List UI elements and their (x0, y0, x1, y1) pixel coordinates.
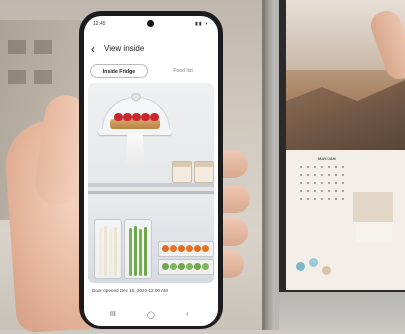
status-icons: ▮▮ ◗ (195, 21, 209, 27)
calendar-day[interactable] (321, 190, 323, 192)
tomato-tray (158, 241, 214, 257)
grape (178, 263, 185, 270)
calendar-day[interactable] (307, 190, 309, 192)
tomato (170, 245, 177, 252)
calendar-day[interactable] (300, 174, 302, 176)
calendar-day[interactable] (321, 198, 323, 200)
calendar-day[interactable] (328, 190, 330, 192)
fridge-camera-view[interactable] (88, 83, 214, 283)
grape (194, 263, 201, 270)
calendar-day[interactable] (314, 198, 316, 200)
calendar-day[interactable] (314, 174, 316, 176)
strawberry (114, 113, 123, 121)
calendar-day[interactable] (342, 190, 344, 192)
white-asparagus (114, 227, 117, 276)
calendar-day[interactable] (335, 166, 337, 168)
white-asparagus (104, 226, 107, 276)
strawberry (141, 113, 150, 121)
tomato (186, 245, 193, 252)
tomato (162, 245, 169, 252)
calendar-day[interactable] (300, 198, 302, 200)
front-camera (147, 20, 154, 27)
calendar-day[interactable] (307, 166, 309, 168)
strawberry (123, 113, 132, 121)
fridge-door-bottom (279, 292, 405, 330)
white-asparagus (99, 228, 102, 276)
phone-screen: 12:45 ▮▮ ◗ ‹ View inside Inside Fridge F… (84, 16, 218, 326)
grape (186, 263, 193, 270)
fridge-shelf (88, 183, 214, 187)
jar (172, 161, 192, 183)
calendar-day[interactable] (335, 190, 337, 192)
strawberry (150, 113, 159, 121)
calendar-day[interactable] (300, 182, 302, 184)
calendar-day[interactable] (314, 166, 316, 168)
back-arrow-icon[interactable]: ‹ (91, 42, 95, 56)
cake-stand (125, 133, 145, 167)
tab-food-list[interactable]: Food list (154, 64, 212, 78)
calendar-day[interactable] (321, 174, 323, 176)
android-nav-bar: III ◯ ‹ (84, 308, 218, 326)
calendar-day[interactable] (335, 182, 337, 184)
calendar-day[interactable] (307, 198, 309, 200)
strawberry (132, 113, 141, 121)
display-app-icon[interactable] (322, 266, 331, 275)
home-button[interactable]: ◯ (147, 311, 155, 319)
grape (170, 263, 177, 270)
green-asparagus (139, 229, 142, 276)
building-window (8, 70, 26, 84)
calendar-day[interactable] (328, 166, 330, 168)
building-window (34, 40, 52, 54)
calendar-day[interactable] (314, 182, 316, 184)
tab-inside-fridge[interactable]: Inside Fridge (90, 64, 148, 78)
calendar-day[interactable] (342, 182, 344, 184)
calendar-month: MAY/JAN (318, 156, 336, 161)
calendar-day[interactable] (328, 182, 330, 184)
greens-tray (158, 259, 214, 275)
display-app-icon[interactable] (309, 258, 318, 267)
grape (202, 263, 209, 270)
door-opened-timestamp: Door opened Dec 15, 2020 12:00 AM (92, 288, 168, 293)
calendar-day[interactable] (307, 174, 309, 176)
tomato (178, 245, 185, 252)
calendar-day[interactable] (321, 166, 323, 168)
fridge-door-edge (265, 0, 275, 330)
calendar-day[interactable] (335, 174, 337, 176)
display-app-icon[interactable] (296, 262, 305, 271)
green-asparagus (144, 227, 147, 276)
tomato (202, 245, 209, 252)
calendar-day[interactable] (307, 182, 309, 184)
calendar-day[interactable] (342, 166, 344, 168)
grape (162, 263, 169, 270)
display-card-note[interactable] (356, 222, 392, 242)
page-title: View inside (104, 44, 145, 53)
calendar-day[interactable] (300, 190, 302, 192)
asparagus-container-white (94, 219, 122, 279)
white-asparagus (109, 229, 112, 276)
dome-knob (131, 93, 141, 101)
calendar-day[interactable] (328, 174, 330, 176)
building-window (34, 70, 52, 84)
recents-button[interactable]: III (110, 311, 116, 318)
green-asparagus (134, 226, 137, 276)
jar (194, 161, 214, 183)
tomato (194, 245, 201, 252)
calendar-day[interactable] (342, 174, 344, 176)
fridge-shelf-edge (88, 191, 214, 194)
app-header: ‹ View inside (84, 40, 218, 60)
asparagus-container-green (124, 219, 152, 279)
status-time: 12:45 (93, 21, 106, 27)
green-asparagus (129, 228, 132, 276)
calendar-day[interactable] (328, 198, 330, 200)
calendar-day[interactable] (335, 198, 337, 200)
calendar-day[interactable] (342, 198, 344, 200)
calendar-day[interactable] (321, 182, 323, 184)
nav-back-button[interactable]: ‹ (186, 311, 188, 318)
calendar-day[interactable] (300, 166, 302, 168)
calendar-day[interactable] (314, 190, 316, 192)
building-window (8, 40, 26, 54)
view-tabs: Inside Fridge Food list (90, 64, 212, 78)
display-card-image[interactable] (353, 192, 393, 222)
